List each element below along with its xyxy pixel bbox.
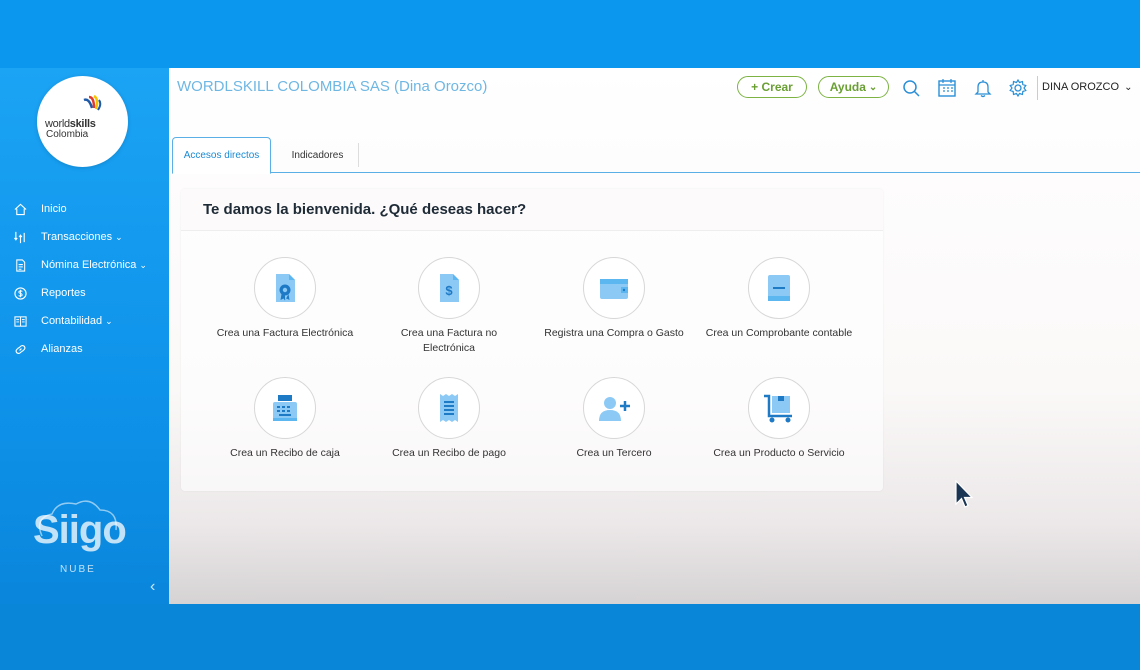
home-icon	[12, 201, 28, 217]
main-content: WORDLSKILL COLOMBIA SAS (Dina Orozco) + …	[169, 68, 1140, 604]
sidebar-item-transacciones[interactable]: Transacciones ⌄	[0, 223, 169, 251]
tab-indicadores[interactable]: Indicadores	[277, 143, 359, 167]
tile-label: Crea un Producto o Servicio	[713, 447, 845, 459]
crear-button[interactable]: + Crear	[737, 76, 807, 98]
sidebar-item-label: Reportes	[41, 287, 86, 299]
ayuda-button[interactable]: Ayuda ⌄	[818, 76, 889, 98]
chevron-down-icon: ⌄	[868, 81, 878, 93]
tile-tercero[interactable]: Crea un Tercero	[539, 377, 689, 461]
tabs-underline	[172, 172, 1140, 173]
tile-producto-servicio[interactable]: Crea un Producto o Servicio	[704, 377, 854, 461]
svg-text:$: $	[445, 283, 453, 298]
search-icon[interactable]	[901, 78, 921, 98]
chevron-down-icon: ⌄	[115, 231, 123, 242]
dollar-icon	[12, 285, 28, 301]
document-icon	[12, 257, 28, 273]
transactions-icon	[12, 229, 28, 245]
sidebar-item-contabilidad[interactable]: Contabilidad ⌄	[0, 307, 169, 335]
sidebar-item-label: Nómina Electrónica	[41, 259, 137, 271]
chevron-down-icon: ⌄	[105, 315, 113, 326]
sidebar-item-inicio[interactable]: Inicio	[0, 195, 169, 223]
header-divider	[1037, 76, 1038, 100]
ayuda-label: Ayuda	[829, 80, 866, 94]
electronic-invoice-icon	[276, 274, 295, 302]
top-background-band	[0, 0, 1140, 68]
tile-icon-circle	[418, 377, 480, 439]
company-title: WORDLSKILL COLOMBIA SAS (Dina Orozco)	[177, 78, 488, 95]
tile-icon-circle	[254, 257, 316, 319]
chevron-down-icon: ⌄	[139, 259, 147, 270]
mouse-cursor-icon	[955, 480, 974, 508]
welcome-title: Te damos la bienvenida. ¿Qué deseas hace…	[181, 189, 883, 231]
worldskills-logo[interactable]: worldskills Colombia	[37, 76, 128, 167]
sidebar-item-label: Inicio	[41, 203, 67, 215]
calendar-icon[interactable]	[937, 78, 957, 98]
sidebar-item-label: Transacciones	[41, 231, 113, 243]
sidebar-item-reportes[interactable]: Reportes	[0, 279, 169, 307]
tile-label: Registra una Compra o Gasto	[544, 327, 684, 339]
siigo-brand-sub: NUBE	[60, 564, 96, 575]
tile-label: Crea una Factura no Electrónica	[400, 327, 498, 354]
logo-country-text: Colombia	[46, 129, 89, 140]
sidebar-item-alianzas[interactable]: Alianzas	[0, 335, 169, 363]
sidebar: worldskills Colombia Inicio Transaccione…	[0, 68, 169, 604]
link-icon	[12, 341, 28, 357]
tile-recibo-pago[interactable]: Crea un Recibo de pago	[374, 377, 524, 461]
tile-label: Crea un Recibo de pago	[392, 447, 506, 459]
book-icon	[768, 275, 790, 301]
user-name: DINA OROZCO	[1042, 81, 1120, 93]
tab-accesos-directos[interactable]: Accesos directos	[172, 137, 271, 174]
tile-compra-gasto[interactable]: Registra una Compra o Gasto	[539, 257, 689, 341]
siigo-brand: Siigo	[33, 508, 127, 552]
sidebar-item-label: Contabilidad	[41, 315, 103, 327]
ledger-icon	[12, 313, 28, 329]
tile-icon-circle	[748, 377, 810, 439]
sidebar-item-label: Alianzas	[41, 343, 83, 355]
receipt-icon	[440, 394, 458, 422]
tile-label: Crea un Tercero	[576, 447, 652, 459]
tile-factura-electronica[interactable]: Crea una Factura Electrónica	[210, 257, 360, 341]
gear-icon[interactable]	[1008, 78, 1028, 98]
wallet-icon	[600, 279, 628, 299]
bell-icon[interactable]	[973, 78, 993, 98]
tile-icon-circle	[748, 257, 810, 319]
tile-label: Crea una Factura Electrónica	[216, 327, 354, 339]
chevron-down-icon: ⌄	[1124, 82, 1133, 93]
worldskills-mark-icon	[83, 94, 102, 111]
add-person-icon	[599, 397, 630, 421]
tile-icon-circle	[583, 377, 645, 439]
cart-icon	[764, 394, 792, 423]
tile-label: Crea un Recibo de caja	[230, 447, 340, 459]
tile-icon-circle	[254, 377, 316, 439]
tile-label: Crea un Comprobante contable	[705, 327, 853, 339]
collapse-sidebar-button[interactable]: ‹	[150, 578, 155, 596]
sidebar-nav: Inicio Transacciones ⌄ Nómina Electrónic…	[0, 195, 169, 363]
tile-comprobante-contable[interactable]: Crea un Comprobante contable	[704, 257, 854, 341]
tile-icon-circle	[583, 257, 645, 319]
welcome-card: Te damos la bienvenida. ¿Qué deseas hace…	[181, 189, 883, 491]
sidebar-item-nomina[interactable]: Nómina Electrónica ⌄	[0, 251, 169, 279]
invoice-icon: $	[440, 274, 459, 302]
cash-register-icon	[273, 395, 297, 421]
tile-recibo-caja[interactable]: Crea un Recibo de caja	[210, 377, 360, 461]
bottom-background-band	[0, 604, 1140, 670]
user-menu[interactable]: DINA OROZCO ⌄	[1042, 81, 1132, 93]
tile-factura-no-electronica[interactable]: $ Crea una Factura no Electrónica	[374, 257, 524, 356]
tile-icon-circle: $	[418, 257, 480, 319]
